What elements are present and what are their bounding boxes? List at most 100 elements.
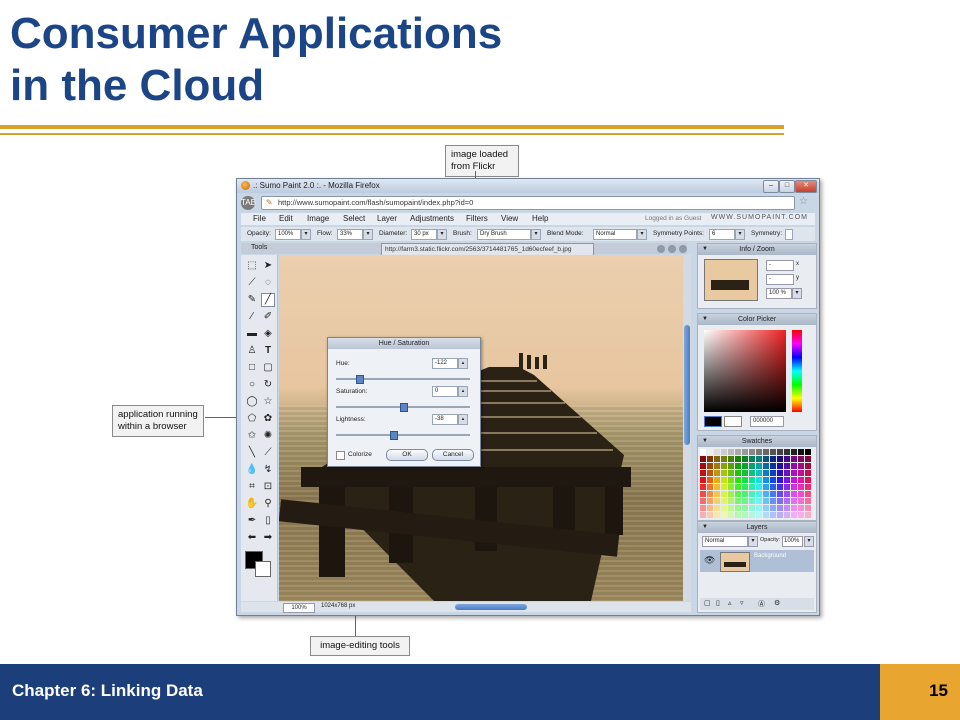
swatch-grid[interactable]: [700, 449, 814, 519]
swatch-cell[interactable]: [777, 498, 783, 504]
collapse-icon[interactable]: ▼: [702, 244, 708, 255]
blur-tool-icon[interactable]: ⟋: [261, 446, 275, 460]
swatch-cell[interactable]: [805, 477, 811, 483]
swatch-cell[interactable]: [714, 470, 720, 476]
swatch-cell[interactable]: [777, 484, 783, 490]
background-color-swatch[interactable]: [255, 561, 271, 577]
menu-edit[interactable]: Edit: [279, 214, 293, 223]
swatch-cell[interactable]: [763, 456, 769, 462]
minimize-button[interactable]: –: [763, 180, 779, 193]
swatch-cell[interactable]: [735, 470, 741, 476]
swatch-cell[interactable]: [791, 449, 797, 455]
hand-tool-icon[interactable]: ✋: [245, 497, 259, 511]
text-tool-icon[interactable]: T: [261, 344, 275, 358]
ok-button[interactable]: OK: [386, 449, 428, 461]
swatch-cell[interactable]: [742, 491, 748, 497]
opacity-dropdown-icon[interactable]: ▾: [301, 229, 311, 240]
swatch-cell[interactable]: [742, 512, 748, 518]
flow-dropdown-icon[interactable]: ▾: [363, 229, 373, 240]
swatch-cell[interactable]: [714, 484, 720, 490]
swatch-cell[interactable]: [756, 477, 762, 483]
hue-slider-handle[interactable]: [356, 375, 365, 384]
flower-tool-icon[interactable]: ✿: [261, 412, 275, 426]
fill-tool-icon[interactable]: ◈: [261, 327, 275, 341]
swatch-cell[interactable]: [735, 477, 741, 483]
saturation-slider-handle[interactable]: [400, 403, 408, 412]
swatch-cell[interactable]: [707, 456, 713, 462]
swatch-cell[interactable]: [805, 491, 811, 497]
swatch-cell[interactable]: [714, 491, 720, 497]
layers-header[interactable]: ▼ Layers: [698, 522, 816, 533]
menu-select[interactable]: Select: [343, 214, 365, 223]
hue-stepper[interactable]: ▴: [458, 358, 468, 369]
swatch-cell[interactable]: [770, 512, 776, 518]
swatch-cell[interactable]: [749, 512, 755, 518]
swatch-cell[interactable]: [784, 505, 790, 511]
swatch-cell[interactable]: [735, 491, 741, 497]
brush-dropdown-icon[interactable]: ▾: [531, 229, 541, 240]
back-icon[interactable]: TAB: [241, 196, 256, 210]
swatch-cell[interactable]: [770, 484, 776, 490]
color-field[interactable]: [704, 330, 786, 412]
marquee-tool-icon[interactable]: ⬚: [245, 259, 259, 273]
swatch-cell[interactable]: [700, 498, 706, 504]
hue-slider[interactable]: [336, 375, 470, 384]
swatch-cell[interactable]: [700, 449, 706, 455]
swatch-cell[interactable]: [714, 498, 720, 504]
swatch-cell[interactable]: [791, 512, 797, 518]
hue-field[interactable]: -122: [432, 358, 458, 369]
flow-field[interactable]: 33%: [337, 229, 363, 240]
swatch-cell[interactable]: [770, 491, 776, 497]
polygon-tool-icon[interactable]: ⬠: [245, 412, 259, 426]
swatch-cell[interactable]: [728, 512, 734, 518]
drop-tool-icon[interactable]: 💧: [245, 463, 259, 477]
swatch-cell[interactable]: [742, 498, 748, 504]
crop-tool-icon[interactable]: ⌗: [245, 480, 259, 494]
layer-row-background[interactable]: 👁 Background: [700, 550, 814, 572]
swatch-cell[interactable]: [749, 470, 755, 476]
menu-filters[interactable]: Filters: [466, 214, 488, 223]
swatch-cell[interactable]: [777, 512, 783, 518]
canvas-vertical-scrollbar[interactable]: [683, 255, 691, 601]
swatch-cell[interactable]: [763, 470, 769, 476]
image-canvas[interactable]: Hue / Saturation Hue: -122 ▴ Saturation:…: [279, 255, 683, 601]
arrow-left-icon[interactable]: ⬅: [245, 531, 259, 545]
stamp-tool-icon[interactable]: ♙: [245, 344, 259, 358]
swatch-cell[interactable]: [721, 512, 727, 518]
swatch-cell[interactable]: [770, 477, 776, 483]
swatch-cell[interactable]: [728, 470, 734, 476]
swatch-cell[interactable]: [805, 449, 811, 455]
blend-field[interactable]: Normal: [593, 229, 637, 240]
swatch-cell[interactable]: [700, 505, 706, 511]
swatch-cell[interactable]: [742, 505, 748, 511]
layer-options-gear-icon[interactable]: ⚙: [774, 599, 780, 607]
swatch-cell[interactable]: [784, 498, 790, 504]
swatch-cell[interactable]: [791, 505, 797, 511]
swatch-cell[interactable]: [777, 491, 783, 497]
colorize-checkbox[interactable]: [336, 451, 345, 460]
swatch-cell[interactable]: [714, 449, 720, 455]
layer-blend-mode[interactable]: Normal: [702, 536, 748, 547]
swatch-cell[interactable]: [756, 512, 762, 518]
swatch-cell[interactable]: [763, 477, 769, 483]
swatch-cell[interactable]: [798, 470, 804, 476]
swatch-cell[interactable]: [742, 470, 748, 476]
hue-strip[interactable]: [792, 330, 802, 412]
swatch-cell[interactable]: [756, 470, 762, 476]
swatch-cell[interactable]: [728, 491, 734, 497]
menu-help[interactable]: Help: [532, 214, 548, 223]
swatch-cell[interactable]: [721, 449, 727, 455]
swatch-cell[interactable]: [805, 505, 811, 511]
swatch-cell[interactable]: [777, 449, 783, 455]
swatch-cell[interactable]: [714, 456, 720, 462]
swatch-cell[interactable]: [728, 505, 734, 511]
wand-tool-icon[interactable]: ⟋: [245, 276, 259, 290]
menu-file[interactable]: File: [253, 214, 266, 223]
swatch-cell[interactable]: [700, 456, 706, 462]
swatch-cell[interactable]: [749, 456, 755, 462]
layer-style-icon[interactable]: Ⓐ: [758, 599, 765, 609]
swatch-cell[interactable]: [721, 470, 727, 476]
swatch-cell[interactable]: [707, 491, 713, 497]
swatch-cell[interactable]: [805, 456, 811, 462]
close-button[interactable]: ✕: [795, 180, 817, 193]
